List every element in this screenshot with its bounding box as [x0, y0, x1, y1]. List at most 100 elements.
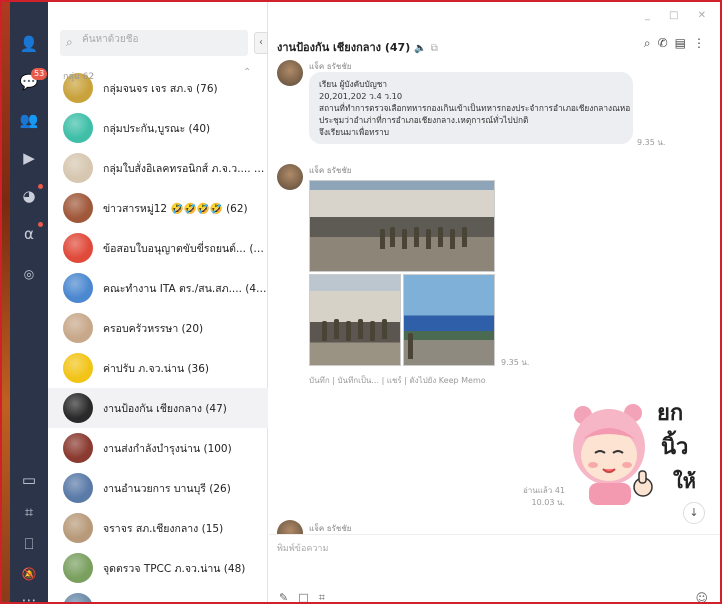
speaker-icon[interactable]: 🔈: [414, 43, 426, 54]
message-bubble[interactable]: เรียน ผู้บังคับบัญชา 20,201,202 ว.4 ว.10…: [309, 72, 633, 144]
window-frame: 👤 💬 53 👥 ▶ ◕ α ◎ ▭ ⌗ ⎕ 🔕 ⋯ ⌕ ‹ กลุ่มจนจร…: [0, 0, 722, 604]
video-call-icon[interactable]: ▭: [19, 470, 39, 490]
message-time: 10.03 น.: [531, 498, 565, 507]
chat-name: ข้อสอบใบอนุญาตขับขี่รถยนต์... (71): [103, 242, 268, 255]
chat-list-panel: ⌕ ‹ กลุ่มจนจร เจร สภ.จ (76) กลุ่มประกัน,บ…: [48, 2, 268, 602]
search-box[interactable]: ⌕: [60, 30, 248, 56]
chat-name: งานอำนวยการ บานบุรี (26): [103, 482, 231, 495]
message-line: สถานที่ทำการตรวจเลือกทหารกองเกินเข้าเป็น…: [319, 103, 631, 113]
open-chat-icon[interactable]: α: [19, 224, 39, 244]
chat-name: จราจร สภ.เชียงกลาง (15): [103, 522, 224, 535]
collapse-list-button[interactable]: ‹: [254, 32, 268, 54]
avatar: [63, 473, 93, 503]
chat-title-text: งานป้องกัน เชียงกลาง (47): [277, 41, 411, 54]
scroll-down-button[interactable]: ↓: [683, 502, 705, 524]
list-item[interactable]: งานส่งกำลังบำรุงน่าน (100): [48, 428, 268, 468]
timeline-icon[interactable]: ◕: [19, 186, 39, 206]
chat-name: ค่าปรับ ภ.จว.น่าน (36): [103, 362, 210, 375]
list-item[interactable]: ข้อสอบใบอนุญาตขับขี่รถยนต์... (71): [48, 228, 268, 268]
group-count-label: กลุ่ม 62: [63, 72, 95, 82]
message-line: เรียน ผู้บังคับบัญชา: [319, 79, 388, 89]
list-item[interactable]: จุดตรวจ TPCC ภ.จว.น่าน (48): [48, 548, 268, 588]
nav-rail: 👤 💬 53 👥 ▶ ◕ α ◎ ▭ ⌗ ⎕ 🔕 ⋯: [10, 2, 48, 602]
list-item[interactable]: งานอำนวยการ บานบุรี (26): [48, 468, 268, 508]
chevron-up-icon[interactable]: ⌃: [243, 67, 251, 78]
menu-icon[interactable]: ⋮: [693, 36, 712, 50]
chat-list: กลุ่มจนจร เจร สภ.จ (76) กลุ่มประกัน,บูรณะ…: [48, 68, 268, 602]
avatar[interactable]: [277, 164, 303, 190]
photo-image[interactable]: [309, 274, 401, 366]
avatar: [63, 593, 93, 602]
crop-icon[interactable]: ⌗: [319, 591, 335, 602]
file-icon[interactable]: □: [298, 591, 318, 602]
avatar: [63, 113, 93, 143]
photo-image[interactable]: [403, 274, 495, 366]
bookmark-icon[interactable]: ⎕: [19, 534, 39, 554]
chat-title: งานป้องกัน เชียงกลาง (47) 🔈 ⧉: [277, 38, 438, 56]
sender-name: แจ็ค ธรัชชัย: [309, 524, 352, 533]
message-area: แจ็ค ธรัชชัย เรียน ผู้บังคับบัญชา 20,201…: [269, 60, 720, 534]
photo-actions[interactable]: บันทึก | บันทึกเป็น... | แชร์ | ดังไปยัง…: [309, 374, 486, 387]
sticker-text: นิ้ว: [661, 435, 689, 460]
notification-dot: [38, 222, 43, 227]
avatar: [63, 513, 93, 543]
line-icon[interactable]: ◎: [19, 264, 39, 284]
message-composer: ✎□⌗ ☺: [269, 534, 720, 602]
message-time: 9.35 น.: [501, 358, 530, 367]
sticker-image[interactable]: ยก นิ้ว ให้: [569, 395, 709, 507]
chat-name: ครอบครัวหรรษา (20): [103, 322, 204, 335]
avatar[interactable]: [277, 520, 303, 534]
avatar[interactable]: [277, 60, 303, 86]
message-line: ประชุมว่าอำเภ่าที่การอำเภอเชียงกลาง.เหตุ…: [319, 115, 529, 125]
list-item[interactable]: งานป้องกัน เชียงกลาง (47): [48, 388, 268, 428]
chat-name: คณะทำงาน ITA ตร./สน.สภ.... (437): [103, 282, 268, 295]
list-item[interactable]: จราจร สภ.เชียงกลาง (15): [48, 508, 268, 548]
message-input[interactable]: [277, 541, 707, 569]
avatar: [63, 153, 93, 183]
chat-name: กลุ่มจนจร เจร สภ.จ (76): [103, 82, 218, 95]
sticker-text: ให้: [673, 469, 696, 493]
list-item[interactable]: คณะทำงาน ITA ตร./สน.สภ.... (437): [48, 268, 268, 308]
emoji-icon[interactable]: ☺: [695, 591, 708, 602]
avatar: [63, 233, 93, 263]
notes-icon[interactable]: ▤: [675, 36, 693, 50]
avatar: [63, 313, 93, 343]
background-edge: [2, 2, 10, 602]
list-item[interactable]: กลุ่มใบสั่งอิเลคทรอนิกส์ ภ.จ.ว.... (17): [48, 148, 268, 188]
attach-icon[interactable]: ✎: [279, 591, 298, 602]
search-icon[interactable]: ⌕: [644, 36, 658, 50]
list-item[interactable]: ข่าวสารหมู่12 🤣🤣🤣🤣 (62): [48, 188, 268, 228]
message-line: 20,201,202 ว.4 ว.10: [319, 91, 403, 101]
copy-icon[interactable]: ⧉: [431, 43, 438, 54]
list-item[interactable]: [48, 588, 268, 602]
chat-name: ข่าวสารหมู่12 🤣🤣🤣🤣 (62): [103, 202, 248, 215]
avatar: [63, 393, 93, 423]
sticker-text: ยก: [657, 401, 684, 426]
chat-panel: _ □ ✕ งานป้องกัน เชียงกลาง (47) 🔈 ⧉ ⌕✆▤⋮ แ…: [269, 2, 720, 602]
avatar: [63, 353, 93, 383]
list-item[interactable]: ครอบครัวหรรษา (20): [48, 308, 268, 348]
unread-badge: 53: [31, 68, 48, 80]
more-icon[interactable]: ⋯: [19, 590, 39, 602]
mute-icon[interactable]: 🔕: [19, 564, 39, 584]
add-friend-icon[interactable]: 👥: [19, 110, 39, 130]
message-line: จึงเรียนมาเพื่อทราบ: [319, 127, 390, 137]
list-item[interactable]: กลุ่มประกัน,บูรณะ (40): [48, 108, 268, 148]
window-controls[interactable]: _ □ ✕: [645, 10, 714, 21]
chat-name: จุดตรวจ TPCC ภ.จว.น่าน (48): [103, 562, 246, 575]
play-icon[interactable]: ▶: [19, 148, 39, 168]
chat-name: กลุ่มประกัน,บูรณะ (40): [103, 122, 211, 135]
search-input[interactable]: [82, 34, 242, 45]
crop-icon[interactable]: ⌗: [19, 502, 39, 522]
composer-tools: ✎□⌗: [279, 591, 335, 602]
avatar: [63, 273, 93, 303]
search-icon: ⌕: [66, 35, 73, 49]
chat-name: งานป้องกัน เชียงกลาง (47): [103, 402, 227, 415]
avatar: [63, 433, 93, 463]
person-icon[interactable]: 👤: [19, 34, 39, 54]
phone-icon[interactable]: ✆: [658, 36, 675, 50]
list-item[interactable]: ค่าปรับ ภ.จว.น่าน (36): [48, 348, 268, 388]
message-time: 9.35 น.: [637, 138, 666, 147]
header-tools: ⌕✆▤⋮: [644, 36, 712, 51]
photo-image[interactable]: [309, 180, 495, 272]
